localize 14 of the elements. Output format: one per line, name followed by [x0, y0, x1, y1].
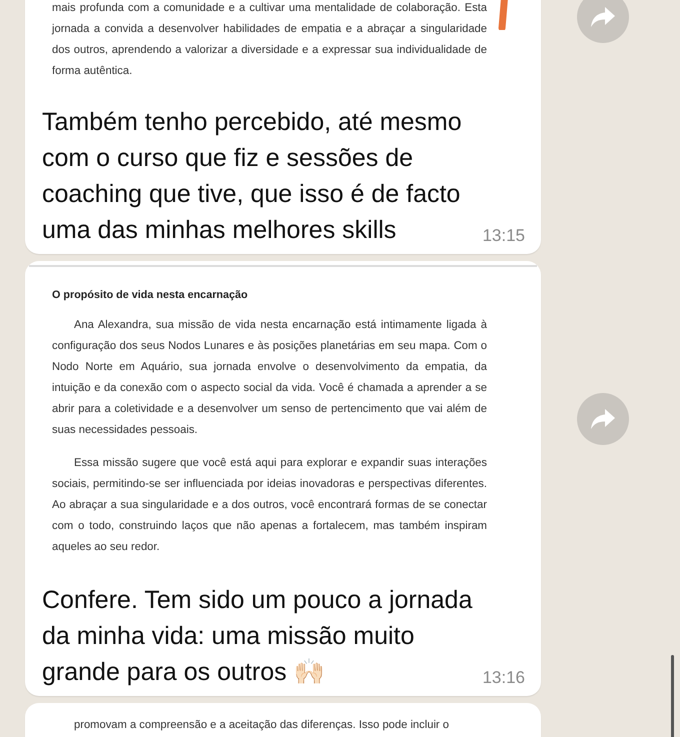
- forward-button[interactable]: [577, 392, 629, 444]
- scrollbar[interactable]: [671, 655, 674, 737]
- document-paragraph: mais profunda com a comunidade e a cultivar uma mentalidade de colaboração. Esta jornada a convida a desenvolver habilidades de empatia e a abraçar a singularidade dos outros, aprendendo a valorizar a diversidade e a expressar sua individualidade de forma autêntica.: [52, 1, 487, 79]
- message-text: Confere. Tem sido um pouco a jornada da minha vida: uma missão muito grande para os outros 🙌🏻: [42, 585, 474, 688]
- document-paragraph: Essa missão sugere que você está aqui para explorar e expandir suas interações sociais, permitindo-se ser influenciada por ideias inovadoras e perspectivas diferentes. Ao abraçar a sua singularidade e a dos outros, você encontrará formas de se conectar com o todo, construindo laços que não apenas a fortalecem, mas também inspiram aqueles ao seu redor.: [52, 456, 487, 555]
- document-paragraph: promovam a compreensão e a aceitação das diferenças. Isso pode incluir o: [73, 718, 450, 733]
- message-time: 13:15: [482, 226, 525, 245]
- document-paragraph: Ana Alexandra, sua missão de vida nesta encarnação está intimamente ligada à configuração dos seus Nodos Lunares e às posições planetárias em seu mapa. Com o Nodo Norte em Aquário, sua jornada envolve o desenvolvimento da empatia, da intuição e da conexão com o aspecto social da vida. Você é chamada a aprender a se abrir para a coletividade e a desenvolver um senso de pertencimento que vai além de suas necessidades pessoais.: [52, 318, 487, 438]
- document-heading: O propósito de vida nesta encarnação: [52, 289, 249, 301]
- message-text: Também tenho percebido, até mesmo com o curso que fiz e sessões de coaching que tive, que isso é de facto uma das minhas melhores skills: [42, 107, 463, 246]
- forward-icon: [591, 7, 615, 27]
- forward-icon: [591, 408, 615, 428]
- message-time: 13:16: [482, 668, 525, 687]
- forward-button[interactable]: [577, 0, 629, 43]
